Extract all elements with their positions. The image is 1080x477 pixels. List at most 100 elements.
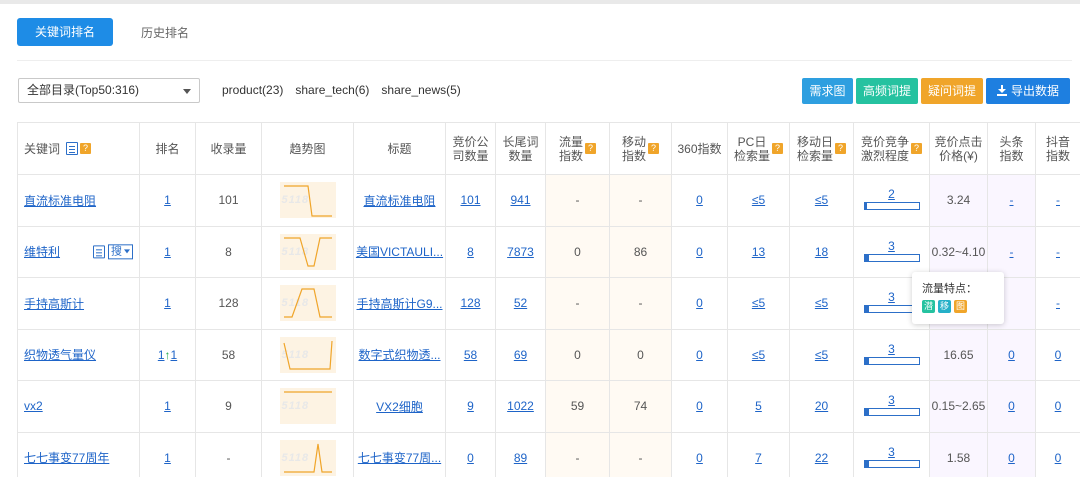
bid-companies-link[interactable]: 58 [464,348,477,362]
help-icon[interactable]: ? [585,143,596,154]
rank-link[interactable]: 1 [164,296,171,310]
compete-link[interactable]: 3 [888,445,895,459]
mobile-daily-link[interactable]: ≤5 [815,348,828,362]
trend-chart[interactable]: 5118 [279,439,336,476]
compete-link[interactable]: 3 [888,342,895,356]
keyword-link[interactable]: 织物透气量仪 [24,348,96,362]
copy-icon[interactable] [93,245,105,259]
category-share-news[interactable]: share_news(5) [381,83,460,97]
title-link[interactable]: 直流标准电阻 [363,194,435,208]
toutiao-index-link[interactable]: 0 [1008,399,1015,413]
help-icon[interactable]: ? [772,143,783,154]
mobile-index-cell: - [609,277,672,330]
help-icon[interactable]: ? [835,143,846,154]
traffic-tag: 潜 [922,300,935,313]
help-icon[interactable]: ? [648,143,659,154]
toutiao-index-link[interactable]: 0 [1008,348,1015,362]
category-share-tech[interactable]: share_tech(6) [295,83,369,97]
rank-link[interactable]: 1 [164,399,171,413]
douyin-index-link[interactable]: - [1056,193,1060,207]
pc-daily-link[interactable]: ≤5 [752,296,765,310]
title-link[interactable]: 数字式织物透... [358,348,440,362]
compete-link[interactable]: 3 [888,393,895,407]
demand-map-button[interactable]: 需求图谱 [802,78,853,124]
rank-link[interactable]: 1 [158,348,165,362]
column-header-mobile-index: 移动 指数? [609,122,672,175]
mobile-daily-link[interactable]: ≤5 [815,193,828,207]
trend-chart[interactable]: 5118 [279,233,336,270]
360-index-link[interactable]: 0 [696,451,703,465]
douyin-index-link[interactable]: 0 [1055,348,1062,362]
keyword-link[interactable]: 七七事变77周年 [24,451,109,465]
douyin-index-link[interactable]: - [1056,245,1060,259]
pc-daily-link[interactable]: ≤5 [752,193,765,207]
title-link[interactable]: VX2细胞 [376,400,423,414]
douyin-index-link[interactable]: 0 [1055,451,1062,465]
bid-companies-link[interactable]: 9 [467,399,474,413]
high-freq-extract-button[interactable]: 高频词提取 [856,78,918,124]
copy-icon[interactable] [66,142,79,156]
douyin-index-link[interactable]: 0 [1055,399,1062,413]
mobile-daily-link[interactable]: ≤5 [815,296,828,310]
trend-chart[interactable]: 5118 [279,285,336,322]
toutiao-index-link[interactable]: - [1010,245,1014,259]
compete-link[interactable]: 3 [888,239,895,253]
pc-daily-link[interactable]: 5 [755,399,762,413]
category-product[interactable]: product(23) [222,83,283,97]
bid-companies-cell: 101 [445,174,496,227]
directory-select[interactable]: 全部目录(Top50:316) [18,78,200,103]
trend-chart[interactable]: 5118 [279,182,336,219]
long-tail-link[interactable]: 1022 [507,399,534,413]
long-tail-link[interactable]: 69 [514,348,527,362]
bid-companies-link[interactable]: 8 [467,245,474,259]
title-link[interactable]: 美国VICTAULI... [356,245,443,259]
keyword-link[interactable]: 直流标准电阻 [24,194,96,208]
bid-companies-link[interactable]: 128 [460,296,480,310]
long-tail-link[interactable]: 7873 [507,245,534,259]
long-tail-cell: 89 [495,431,546,477]
mobile-daily-cell: 20 [789,380,854,433]
toutiao-index-link[interactable]: 0 [1008,451,1015,465]
tab-history-ranking[interactable]: 历史排名 [141,24,189,41]
mobile-daily-link[interactable]: 18 [815,245,828,259]
compete-link[interactable]: 3 [888,290,895,304]
title-link[interactable]: 手持高斯计G9... [356,297,442,311]
long-tail-link[interactable]: 52 [514,296,527,310]
trend-chart[interactable]: 5118 [279,336,336,373]
mobile-daily-link[interactable]: 20 [815,399,828,413]
rank-link[interactable]: 1 [164,451,171,465]
long-tail-link[interactable]: 89 [514,451,527,465]
question-extract-button[interactable]: 疑问词提取 [921,78,983,124]
long-tail-link[interactable]: 941 [510,193,530,207]
export-data-button[interactable]: 导出数据 [986,78,1070,104]
tab-keyword-ranking[interactable]: 关键词排名 [17,18,114,46]
bid-companies-link[interactable]: 101 [460,193,480,207]
360-index-link[interactable]: 0 [696,296,703,310]
360-index-link[interactable]: 0 [696,193,703,207]
keyword-link[interactable]: vx2 [24,399,43,413]
search-dropdown[interactable]: 搜 [108,244,133,260]
toutiao-cell: 0 [987,328,1036,381]
toutiao-index-link[interactable]: - [1010,193,1014,207]
category-filters: product(23) share_tech(6) share_news(5) [222,83,473,97]
pc-daily-link[interactable]: 7 [755,451,762,465]
rank-link[interactable]: 1 [164,245,171,259]
compete-link[interactable]: 2 [888,187,895,201]
help-icon[interactable]: ? [911,143,922,154]
title-cell: VX2细胞 [353,380,446,433]
keyword-link[interactable]: 维特利 [24,245,60,259]
rank-change[interactable]: 1 [171,348,178,362]
title-link[interactable]: 七七事变77周... [358,451,441,465]
douyin-index-link[interactable]: - [1056,296,1060,310]
rank-link[interactable]: 1 [164,193,171,207]
360-index-link[interactable]: 0 [696,245,703,259]
360-index-link[interactable]: 0 [696,399,703,413]
pc-daily-link[interactable]: 13 [752,245,765,259]
help-icon[interactable]: ? [80,143,92,155]
bid-companies-link[interactable]: 0 [467,451,474,465]
360-index-link[interactable]: 0 [696,348,703,362]
mobile-daily-link[interactable]: 22 [815,451,828,465]
pc-daily-link[interactable]: ≤5 [752,348,765,362]
keyword-link[interactable]: 手持高斯计 [24,297,84,311]
trend-chart[interactable]: 5118 [279,388,336,425]
